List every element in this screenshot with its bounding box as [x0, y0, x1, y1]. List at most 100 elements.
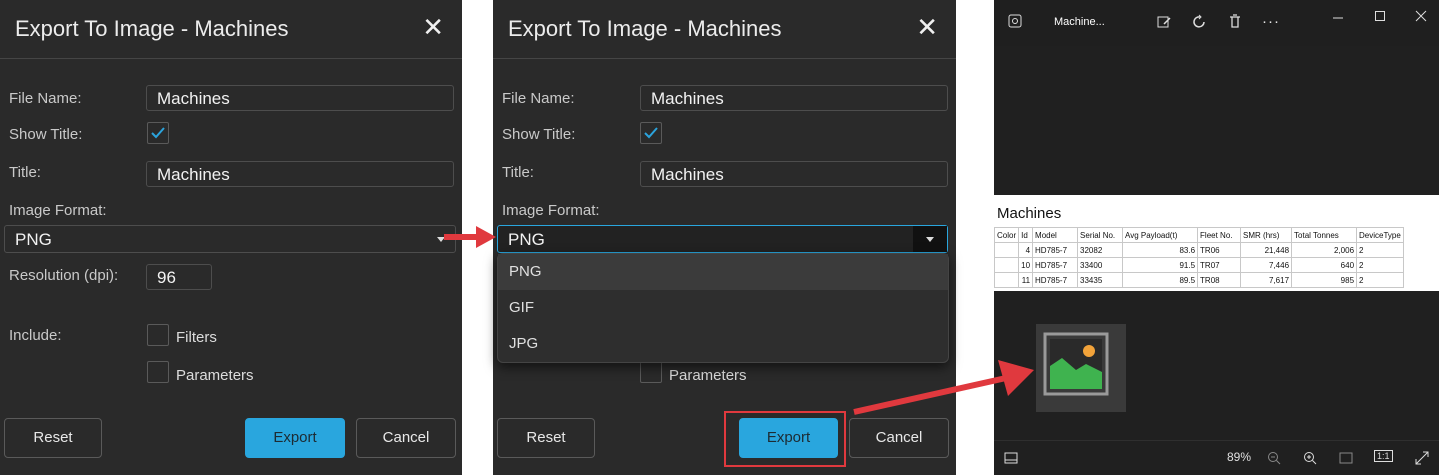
export-button[interactable]: Export	[245, 418, 345, 458]
viewer-titlebar: Machine... ···	[994, 0, 1439, 46]
file-name-label: File Name:	[9, 90, 82, 107]
column-header: Avg Payload(t)	[1122, 227, 1199, 243]
exported-image: Machines Color Id Model Serial No. Avg P…	[993, 195, 1439, 291]
cancel-button[interactable]: Cancel	[356, 418, 456, 458]
zoom-in-icon[interactable]	[1303, 451, 1317, 465]
table-cell: TR07	[1197, 257, 1242, 273]
annotation-arrow-2	[853, 360, 1034, 415]
dialog-title: Export To Image - Machines	[508, 16, 782, 41]
check-icon	[644, 127, 658, 139]
title-input[interactable]: Machines	[146, 161, 454, 187]
table-row: 4 HD785-7 32082 83.6 TR06 21,448 2,006 2	[993, 242, 1404, 258]
close-icon[interactable]	[1415, 10, 1427, 22]
photo-viewer-window: Machine... ··· Machines Color Id Model S…	[993, 0, 1439, 475]
image-format-label: Image Format:	[9, 202, 107, 219]
fullscreen-icon[interactable]	[1415, 451, 1429, 465]
file-name-label: File Name:	[502, 90, 575, 107]
minimize-icon[interactable]	[1332, 12, 1344, 24]
actual-size-button[interactable]: 1:1	[1374, 450, 1393, 462]
filters-label: Filters	[176, 329, 217, 346]
column-header: Fleet No.	[1197, 227, 1242, 243]
column-header: Serial No.	[1077, 227, 1124, 243]
column-header: DeviceType	[1356, 227, 1404, 243]
table-cell	[993, 242, 1020, 258]
table-cell: TR08	[1197, 272, 1242, 288]
table-header-row: Color Id Model Serial No. Avg Payload(t)…	[993, 227, 1404, 243]
image-format-value: PNG	[508, 230, 545, 249]
annotation-arrow-1	[444, 226, 496, 248]
image-format-label: Image Format:	[502, 202, 600, 219]
table-cell: 11	[1018, 272, 1034, 288]
parameters-label: Parameters	[176, 367, 254, 384]
table-row: 10 HD785-7 33400 91.5 TR07 7,446 640 2	[993, 257, 1404, 273]
image-icon	[1043, 332, 1109, 396]
filmstrip-icon[interactable]	[1004, 451, 1018, 465]
table-cell: 10	[1018, 257, 1034, 273]
column-header: SMR (hrs)	[1240, 227, 1293, 243]
table-cell: 2	[1356, 242, 1404, 258]
column-header: Model	[1032, 227, 1079, 243]
table-cell: 21,448	[1240, 242, 1293, 258]
close-icon[interactable]: ✕	[422, 14, 444, 40]
reset-button[interactable]: Reset	[4, 418, 102, 458]
zoom-level: 89%	[1227, 450, 1252, 464]
format-dropdown-list: PNG GIF JPG	[497, 253, 949, 363]
machines-table: Color Id Model Serial No. Avg Payload(t)…	[993, 227, 1404, 288]
dialog-header: Export To Image - Machines ✕	[493, 0, 956, 59]
resolution-input[interactable]: 96	[146, 264, 212, 290]
image-format-select[interactable]: PNG	[4, 225, 456, 253]
table-cell: 83.6	[1122, 242, 1199, 258]
table-cell: 640	[1291, 257, 1358, 273]
photos-app-icon	[1008, 14, 1022, 28]
table-row: 11 HD785-7 33435 89.5 TR08 7,617 985 2	[993, 272, 1404, 288]
file-name-input[interactable]: Machines	[146, 85, 454, 111]
edit-icon[interactable]	[1156, 14, 1172, 30]
table-cell: TR06	[1197, 242, 1242, 258]
dialog-title: Export To Image - Machines	[15, 16, 289, 41]
format-option-png[interactable]: PNG	[498, 254, 948, 290]
reset-button[interactable]: Reset	[497, 418, 595, 458]
table-cell: 7,446	[1240, 257, 1293, 273]
table-cell: 2	[1356, 272, 1404, 288]
show-title-checkbox[interactable]	[147, 122, 169, 144]
show-title-label: Show Title:	[502, 126, 576, 143]
image-thumbnail[interactable]	[1036, 324, 1126, 412]
parameters-checkbox[interactable]	[147, 361, 169, 383]
image-title: Machines	[997, 205, 1062, 222]
table-cell: 2	[1356, 257, 1404, 273]
table-cell	[993, 257, 1020, 273]
table-cell: 33435	[1077, 272, 1124, 288]
table-cell: 4	[1018, 242, 1034, 258]
title-input[interactable]: Machines	[640, 161, 948, 187]
resolution-label: Resolution (dpi):	[9, 267, 119, 284]
table-cell: HD785-7	[1032, 257, 1079, 273]
table-cell: 33400	[1077, 257, 1124, 273]
fit-to-window-icon[interactable]	[1339, 451, 1353, 465]
zoom-out-icon[interactable]	[1267, 451, 1281, 465]
column-header: Id	[1018, 227, 1034, 243]
table-cell	[993, 272, 1020, 288]
filters-checkbox[interactable]	[147, 324, 169, 346]
export-dialog-1: Export To Image - Machines ✕ File Name: …	[0, 0, 462, 475]
column-header: Total Tonnes	[1291, 227, 1358, 243]
dialog-header: Export To Image - Machines ✕	[0, 0, 462, 59]
include-label: Include:	[9, 327, 62, 344]
file-name-input[interactable]: Machines	[640, 85, 948, 111]
table-cell: 32082	[1077, 242, 1124, 258]
parameters-checkbox[interactable]	[640, 361, 662, 383]
rotate-icon[interactable]	[1192, 14, 1208, 30]
delete-icon[interactable]	[1227, 13, 1243, 29]
maximize-icon[interactable]	[1374, 10, 1386, 22]
close-icon[interactable]: ✕	[916, 14, 938, 40]
format-option-gif[interactable]: GIF	[498, 290, 948, 326]
more-options-icon[interactable]: ···	[1262, 13, 1280, 30]
viewer-title: Machine...	[1054, 16, 1105, 28]
show-title-checkbox[interactable]	[640, 122, 662, 144]
image-format-select[interactable]: PNG	[497, 225, 948, 253]
table-cell: HD785-7	[1032, 242, 1079, 258]
table-cell: 91.5	[1122, 257, 1199, 273]
table-cell: 985	[1291, 272, 1358, 288]
table-cell: 7,617	[1240, 272, 1293, 288]
check-icon	[151, 127, 165, 139]
chevron-down-icon	[926, 237, 934, 242]
